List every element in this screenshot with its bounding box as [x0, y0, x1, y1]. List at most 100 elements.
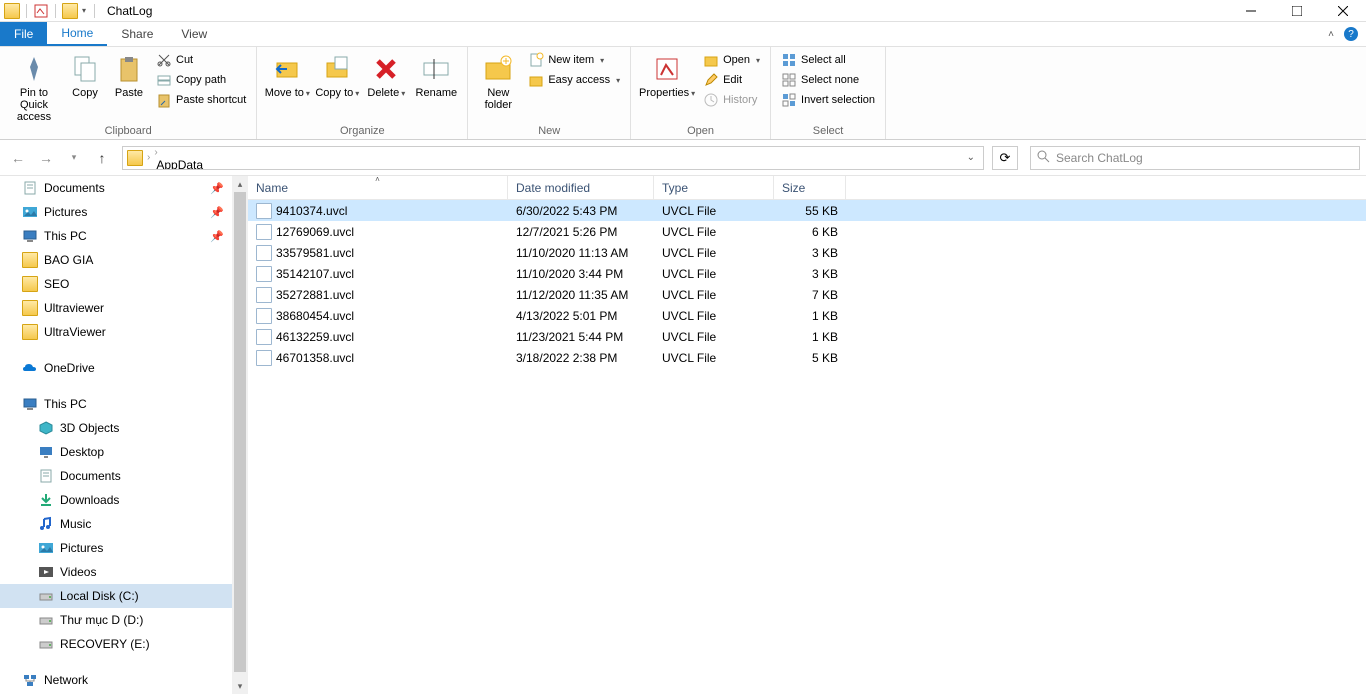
scroll-up-icon[interactable]: ▴ — [232, 176, 248, 192]
paste-button[interactable]: Paste — [108, 49, 150, 99]
file-row[interactable]: 9410374.uvcl6/30/2022 5:43 PMUVCL File55… — [248, 200, 1366, 221]
new-item-button[interactable]: New item▾ — [524, 51, 624, 69]
group-label-clipboard: Clipboard — [6, 123, 250, 139]
nav-quick-item[interactable]: SEO — [0, 272, 248, 296]
history-button[interactable]: History — [699, 91, 764, 109]
file-list-pane: Name˄ Date modified Type Size 9410374.uv… — [248, 176, 1366, 694]
search-placeholder: Search ChatLog — [1056, 151, 1143, 165]
nav-pc-item[interactable]: Pictures — [0, 536, 248, 560]
search-icon — [1037, 150, 1050, 166]
column-date[interactable]: Date modified — [508, 176, 654, 199]
nav-pc-item[interactable]: RECOVERY (E:) — [0, 632, 248, 656]
file-icon — [256, 266, 272, 282]
copy-path-button[interactable]: Copy path — [152, 71, 250, 89]
file-row[interactable]: 38680454.uvcl4/13/2022 5:01 PMUVCL File1… — [248, 305, 1366, 326]
nav-pc-item[interactable]: Videos — [0, 560, 248, 584]
copy-to-button[interactable]: Copy to▾ — [313, 49, 361, 100]
scroll-thumb[interactable] — [234, 192, 246, 672]
navigation-pane[interactable]: Documents📌Pictures📌This PC📌BAO GIASEOUlt… — [0, 176, 248, 694]
file-row[interactable]: 46701358.uvcl3/18/2022 2:38 PMUVCL File5… — [248, 347, 1366, 368]
delete-button[interactable]: Delete▾ — [363, 49, 409, 100]
file-icon — [256, 245, 272, 261]
file-row[interactable]: 46132259.uvcl11/23/2021 5:44 PMUVCL File… — [248, 326, 1366, 347]
forward-button[interactable]: → — [34, 146, 58, 170]
group-label-organize: Organize — [263, 123, 461, 139]
qat-properties-icon[interactable] — [33, 3, 49, 19]
properties-button[interactable]: Properties▾ — [637, 49, 697, 100]
ribbon-tabs: File Home Share View ˄ ? — [0, 22, 1366, 46]
easy-access-button[interactable]: Easy access▾ — [524, 71, 624, 89]
file-row[interactable]: 12769069.uvcl12/7/2021 5:26 PMUVCL File6… — [248, 221, 1366, 242]
copy-button[interactable]: Copy — [64, 49, 106, 99]
qat-dropdown-icon[interactable]: ▾ — [80, 6, 88, 15]
nav-this-pc[interactable]: This PC — [0, 392, 248, 416]
search-input[interactable]: Search ChatLog — [1030, 146, 1360, 170]
ribbon-group-clipboard: Pin to Quick access Copy Paste Cut Copy … — [0, 47, 257, 139]
nav-pc-item[interactable]: Downloads — [0, 488, 248, 512]
nav-onedrive[interactable]: OneDrive — [0, 356, 248, 380]
tab-view[interactable]: View — [167, 22, 221, 46]
qat-folder-icon[interactable] — [62, 3, 78, 19]
open-button[interactable]: Open▾ — [699, 51, 764, 69]
nav-quick-item[interactable]: Ultraviewer — [0, 296, 248, 320]
nav-quick-item[interactable]: UltraViewer — [0, 320, 248, 344]
nav-quick-item[interactable]: Pictures📌 — [0, 200, 248, 224]
ribbon-group-select: Select all Select none Invert selection … — [771, 47, 886, 139]
pin-to-quick-access-button[interactable]: Pin to Quick access — [6, 49, 62, 123]
minimize-button[interactable] — [1228, 0, 1274, 22]
edit-button[interactable]: Edit — [699, 71, 764, 89]
nav-quick-item[interactable]: BAO GIA — [0, 248, 248, 272]
up-button[interactable]: ↑ — [90, 146, 114, 170]
file-row[interactable]: 35272881.uvcl11/12/2020 11:35 AMUVCL Fil… — [248, 284, 1366, 305]
nav-pc-item[interactable]: Local Disk (C:) — [0, 584, 248, 608]
invert-selection-button[interactable]: Invert selection — [777, 91, 879, 109]
file-icon — [256, 350, 272, 366]
nav-network[interactable]: Network — [0, 668, 248, 692]
breadcrumb[interactable]: › This PC›Local Disk (C:)›Users›Administ… — [122, 146, 984, 170]
ribbon: Pin to Quick access Copy Paste Cut Copy … — [0, 46, 1366, 140]
refresh-button[interactable]: ⟳ — [992, 146, 1018, 170]
navpane-scrollbar[interactable]: ▴ ▾ — [232, 176, 248, 694]
tab-share[interactable]: Share — [107, 22, 167, 46]
file-row[interactable]: 33579581.uvcl11/10/2020 11:13 AMUVCL Fil… — [248, 242, 1366, 263]
nav-quick-item[interactable]: This PC📌 — [0, 224, 248, 248]
new-folder-button[interactable]: New folder — [474, 49, 522, 111]
breadcrumb-dropdown-icon[interactable]: ⌄ — [961, 152, 981, 163]
select-all-button[interactable]: Select all — [777, 51, 879, 69]
file-rows: 9410374.uvcl6/30/2022 5:43 PMUVCL File55… — [248, 200, 1366, 368]
chevron-right-icon: › — [152, 147, 159, 158]
close-button[interactable] — [1320, 0, 1366, 22]
move-to-button[interactable]: Move to▾ — [263, 49, 311, 100]
select-none-button[interactable]: Select none — [777, 71, 879, 89]
column-type[interactable]: Type — [654, 176, 774, 199]
file-icon — [256, 308, 272, 324]
back-button[interactable]: ← — [6, 146, 30, 170]
column-headers[interactable]: Name˄ Date modified Type Size — [248, 176, 1366, 200]
ribbon-group-new: New folder New item▾ Easy access▾ New — [468, 47, 631, 139]
group-label-select: Select — [777, 123, 879, 139]
tab-home[interactable]: Home — [47, 22, 107, 46]
nav-pc-item[interactable]: Thư mục D (D:) — [0, 608, 248, 632]
breadcrumb-segment[interactable]: AppData — [152, 158, 239, 170]
nav-pc-item[interactable]: 3D Objects — [0, 416, 248, 440]
nav-pc-item[interactable]: Documents — [0, 464, 248, 488]
nav-pc-item[interactable]: Desktop — [0, 440, 248, 464]
recent-locations-button[interactable]: ▾ — [62, 146, 86, 170]
cut-button[interactable]: Cut — [152, 51, 250, 69]
group-label-new: New — [474, 123, 624, 139]
paste-shortcut-button[interactable]: Paste shortcut — [152, 91, 250, 109]
sort-indicator-icon: ˄ — [375, 176, 380, 184]
column-size[interactable]: Size — [774, 176, 846, 199]
column-name[interactable]: Name˄ — [248, 176, 508, 199]
ribbon-collapse-icon[interactable]: ˄ — [1328, 29, 1334, 40]
file-row[interactable]: 35142107.uvcl11/10/2020 3:44 PMUVCL File… — [248, 263, 1366, 284]
rename-button[interactable]: Rename — [411, 49, 461, 99]
nav-pc-item[interactable]: Music — [0, 512, 248, 536]
nav-quick-item[interactable]: Documents📌 — [0, 176, 248, 200]
tab-file[interactable]: File — [0, 22, 47, 46]
help-icon[interactable]: ? — [1344, 27, 1358, 41]
ribbon-group-open: Properties▾ Open▾ Edit History Open — [631, 47, 771, 139]
titlebar: ▾ ChatLog — [0, 0, 1366, 22]
maximize-button[interactable] — [1274, 0, 1320, 22]
scroll-down-icon[interactable]: ▾ — [232, 678, 248, 694]
